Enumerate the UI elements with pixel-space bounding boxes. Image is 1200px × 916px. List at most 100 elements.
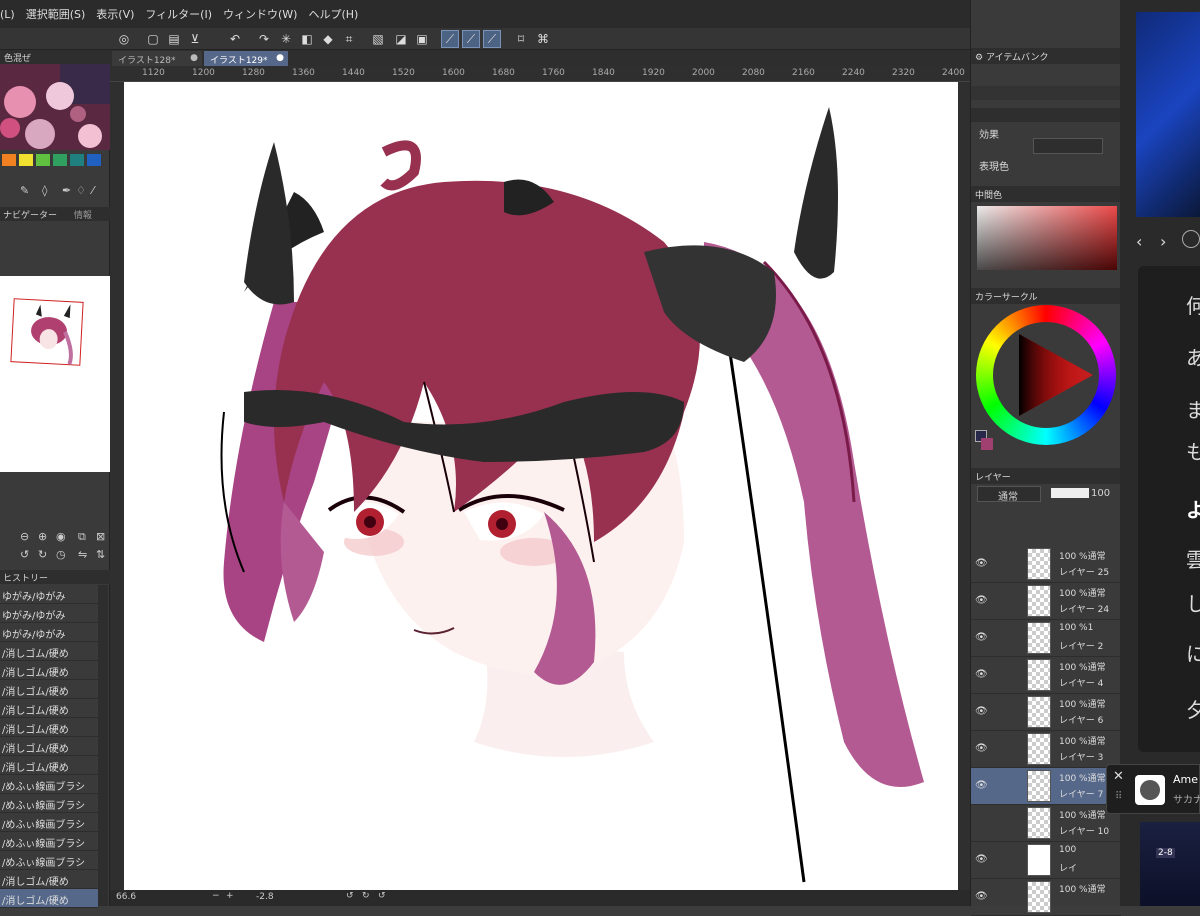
layer-row[interactable]: 👁 100 %通常 レイヤー 24 [971,583,1121,620]
tab-illust-128[interactable]: イラスト128* ● [112,51,202,66]
selection-border-icon[interactable]: ▣ [414,31,430,47]
sub-color-swatch[interactable] [981,438,993,450]
flip-horizontal-icon[interactable]: ⇋ [78,548,87,561]
visibility-eye-icon[interactable]: 👁 [975,854,988,865]
fill-icon[interactable]: ◆ [320,31,336,47]
layer-row[interactable]: 👁 100 %1 レイヤー 2 [971,620,1121,657]
color-palette-swatches[interactable] [0,154,110,170]
history-item[interactable]: /消しゴム/硬め [0,737,98,756]
history-item[interactable]: /めふぃ線画ブラシ [0,775,98,794]
history-item[interactable]: /消しゴム/硬め [0,642,98,661]
drawing-canvas[interactable] [124,82,958,890]
water-drop-icon[interactable]: ♢ [76,184,86,197]
visibility-eye-icon[interactable]: 👁 [975,780,988,791]
close-icon[interactable]: ✕ [1113,769,1124,784]
history-item[interactable]: /めふぃ線画ブラシ [0,813,98,832]
pen-icon[interactable]: ✒ [62,184,71,197]
snap-ruler-icon[interactable]: ⟋ [441,30,459,48]
zoom-plus-icon[interactable]: + [226,891,234,901]
history-item[interactable]: /めふぃ線画ブラシ [0,832,98,851]
intermediate-color-grid[interactable] [977,206,1117,270]
rotation-value[interactable]: -2.8 [256,892,274,902]
clear-icon[interactable]: ◧ [299,31,315,47]
rotate-right-status-icon[interactable]: ↻ [362,891,370,901]
visibility-eye-icon[interactable]: 👁 [975,706,988,717]
color-mix-canvas[interactable] [0,64,110,150]
saturation-triangle[interactable] [993,322,1099,428]
menu-view[interactable]: 表示(V) [96,6,145,22]
color-circle-tab[interactable]: カラーサークル [971,288,1121,304]
loading-icon[interactable]: ✳ [278,31,294,47]
navigator-tab[interactable]: ナビゲーター 情報 [0,207,110,221]
deselect-icon[interactable]: ▧ [370,31,386,47]
eraser-icon[interactable]: ◊ [42,184,47,197]
history-item[interactable]: /めふぃ線画ブラシ [0,794,98,813]
history-item[interactable]: /消しゴム/硬め [0,756,98,775]
blend-mode-select[interactable]: 通常 [977,486,1041,503]
save-icon[interactable]: ⊻ [187,31,203,47]
history-item[interactable]: /消しゴム/硬め [0,718,98,737]
property-tabs[interactable] [971,108,1121,122]
menu-layer[interactable]: (L) [0,8,26,21]
menu-help[interactable]: ヘルプ(H) [308,6,369,22]
item-bank-search[interactable] [971,86,1121,100]
layer-row[interactable]: 👁 100 %通常 レイヤー 25 [971,546,1121,583]
history-scrollbar[interactable] [98,585,108,906]
mesh-icon[interactable]: ⌘ [535,31,551,47]
flip-vertical-icon[interactable]: ⇅ [96,548,105,561]
zoom-in-icon[interactable]: ⊕ [38,530,47,543]
redo-icon[interactable]: ↷ [256,31,272,47]
thumbnail-image[interactable]: 2-8 [1140,822,1200,906]
layer-row[interactable]: 👁 100 %通常 レイヤー 3 [971,731,1121,768]
zoom-value[interactable]: 66.6 [116,892,136,902]
layer-row-selected[interactable]: 👁 100 %通常 レイヤー 7 [971,768,1121,805]
new-file-icon[interactable]: ▢ [145,31,161,47]
layer-row[interactable]: 👁 100 %通常 レイヤー 6 [971,694,1121,731]
visibility-eye-icon[interactable]: 👁 [975,743,988,754]
transform-icon[interactable]: ⌗ [341,31,357,47]
rotate-left-status-icon[interactable]: ↺ [346,891,354,901]
perspective-icon[interactable]: ⌑ [513,31,529,47]
fit-view-icon[interactable]: ◉ [56,530,66,543]
visibility-eye-icon[interactable]: 👁 [975,669,988,680]
eyedropper-icon[interactable]: ⁄ [92,184,94,197]
menu-window[interactable]: ウィンドウ(W) [223,6,308,22]
back-icon[interactable]: ‹ [1136,232,1142,251]
tab-illust-129[interactable]: イラスト129* ● [204,51,288,66]
history-item[interactable]: /めふぃ線画ブラシ [0,851,98,870]
effects-selector[interactable] [1033,138,1103,154]
history-item[interactable]: /消しゴム/硬め [0,680,98,699]
history-item[interactable]: ゆがみ/ゆがみ [0,623,98,642]
forward-icon[interactable]: › [1160,232,1166,251]
opacity-slider[interactable] [1051,488,1089,498]
fit-window-icon[interactable]: ⊠ [96,530,105,543]
visibility-eye-icon[interactable]: 👁 [975,595,988,606]
rotate-reset-status-icon[interactable]: ↺ [378,891,386,901]
history-tab[interactable]: ヒストリー [0,570,110,584]
navigator-preview[interactable] [0,276,110,472]
layer-row[interactable]: 👁 100 レイ [971,842,1121,879]
color-mix-tab[interactable]: 色混ぜ [0,50,110,64]
history-item[interactable]: /消しゴム/硬め [0,870,98,889]
rotate-reset-icon[interactable]: ◷ [56,548,66,561]
history-item[interactable]: /消しゴム/硬め [0,661,98,680]
history-item[interactable]: /消しゴム/硬め [0,699,98,718]
item-bank-tab[interactable]: ⚙ アイテムバンク [971,48,1121,64]
layer-row[interactable]: 👁 100 %通常 レイヤー 4 [971,657,1121,694]
layer-row[interactable]: 👁 100 %通常 [971,879,1121,916]
home-icon[interactable] [1182,230,1200,248]
snap-special-ruler-icon[interactable]: ⟋ [462,30,480,48]
opacity-value[interactable]: 100 [1091,488,1110,499]
brush-tools-row[interactable]: ✎ ◊ ✒ ♢ ⁄ [0,184,110,202]
actual-size-icon[interactable]: ⧉ [78,530,86,544]
invert-selection-icon[interactable]: ◪ [393,31,409,47]
snap-grid-icon[interactable]: ⟋ [483,30,501,48]
zoom-out-icon[interactable]: ⊖ [20,530,29,543]
zoom-minus-icon[interactable]: − [212,891,220,901]
notification-popup[interactable]: ✕ ⠿ Ame サカナ [1106,764,1200,814]
menu-selection[interactable]: 選択範囲(S) [26,6,97,22]
rotate-right-icon[interactable]: ↻ [38,548,47,561]
menu-filter[interactable]: フィルター(I) [145,6,223,22]
rotate-left-icon[interactable]: ↺ [20,548,29,561]
history-item[interactable]: ゆがみ/ゆがみ [0,585,98,604]
